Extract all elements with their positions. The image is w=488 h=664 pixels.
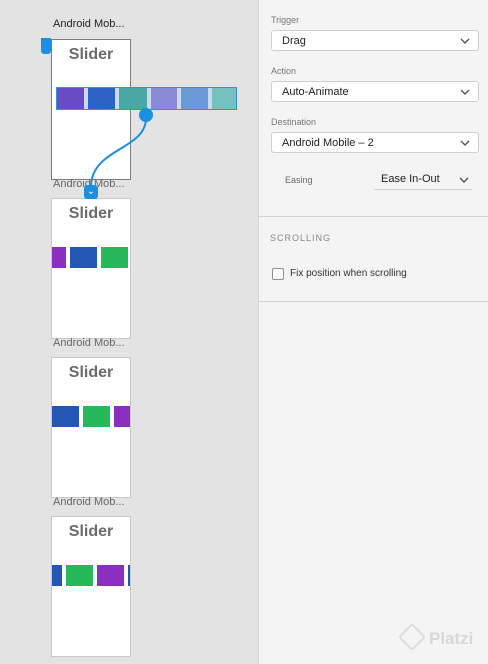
action-select[interactable]: Auto-Animate <box>271 81 479 102</box>
destination-select[interactable]: Android Mobile – 2 <box>271 132 479 153</box>
watermark-text: Platzi <box>429 629 474 648</box>
home-artboard-flag-icon[interactable] <box>41 38 51 54</box>
easing-value: Ease In-Out <box>381 173 440 185</box>
scrolling-section-title: SCROLLING <box>270 233 332 243</box>
platzi-logo-icon <box>397 622 427 652</box>
connector-handle-icon[interactable] <box>139 108 153 122</box>
destination-label: Destination <box>271 117 317 127</box>
trigger-select[interactable]: Drag <box>271 30 479 51</box>
section-divider <box>259 216 488 217</box>
action-label: Action <box>271 66 297 76</box>
easing-label: Easing <box>285 175 313 185</box>
destination-value: Android Mobile – 2 <box>282 137 374 149</box>
action-value: Auto-Animate <box>282 86 349 98</box>
chevron-down-icon[interactable]: ⌄ <box>84 185 98 199</box>
prototype-wire <box>90 117 147 187</box>
easing-select[interactable]: Ease In-Out <box>374 168 472 190</box>
chevron-down-icon <box>460 140 470 146</box>
fix-position-checkbox[interactable] <box>272 268 284 280</box>
fix-position-label[interactable]: Fix position when scrolling <box>290 268 407 279</box>
properties-panel: Trigger Drag Action Auto-Animate Destina… <box>258 0 488 664</box>
chevron-down-icon <box>460 38 470 44</box>
chevron-down-icon <box>460 89 470 95</box>
chevron-down-icon <box>459 177 469 183</box>
design-canvas[interactable]: Android Mob... Slider Android Mob... Sli… <box>0 0 258 664</box>
trigger-value: Drag <box>282 35 306 47</box>
section-divider <box>259 301 488 302</box>
trigger-label: Trigger <box>271 15 300 25</box>
